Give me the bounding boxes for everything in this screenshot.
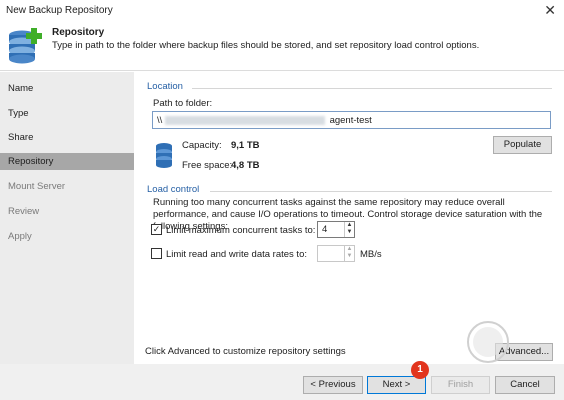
sidebar-item-apply: Apply	[8, 231, 32, 242]
title-bar: New Backup Repository ✕	[0, 0, 564, 22]
close-icon[interactable]: ✕	[544, 2, 556, 19]
sidebar-item-name[interactable]: Name	[0, 80, 134, 97]
concurrent-tasks-stepper[interactable]: 4 ▲ ▼	[317, 221, 355, 238]
location-section-label: Location	[147, 81, 183, 92]
sidebar-item-type[interactable]: Type	[0, 105, 134, 122]
page-description: Type in path to the folder where backup …	[52, 40, 480, 51]
window-title: New Backup Repository	[6, 5, 113, 16]
decrement-icon: ▼	[346, 253, 353, 259]
load-control-divider	[210, 191, 552, 192]
increment-icon[interactable]: ▲	[345, 222, 354, 229]
sidebar-item-mount-server: Mount Server	[8, 181, 66, 192]
path-redacted	[164, 115, 325, 125]
wizard-header: Repository Type in path to the folder wh…	[0, 22, 564, 71]
free-space-value: 4,8 TB	[231, 160, 260, 171]
limit-tasks-label: Limit maximum concurrent tasks to:	[166, 225, 316, 236]
advanced-hint: Click Advanced to customize repository s…	[145, 346, 346, 357]
limit-rate-label: Limit read and write data rates to:	[166, 249, 307, 260]
database-add-icon	[9, 28, 42, 64]
concurrent-tasks-value: 4	[322, 224, 328, 235]
populate-button[interactable]: Populate	[493, 136, 552, 154]
data-rate-unit: MB/s	[360, 249, 382, 260]
sidebar-item-review: Review	[8, 206, 40, 217]
finish-button: Finish	[431, 376, 490, 394]
cancel-button[interactable]: Cancel	[495, 376, 555, 394]
path-label: Path to folder:	[153, 98, 213, 109]
wizard-steps-sidebar: Name Type Share Repository Mount Server …	[0, 72, 134, 364]
capacity-label: Capacity:	[182, 140, 222, 151]
step-badge: 1	[411, 361, 429, 379]
location-divider	[192, 88, 552, 89]
sidebar-item-repository[interactable]: Repository	[0, 153, 134, 170]
page-title: Repository	[52, 27, 105, 38]
free-space-label: Free space:	[182, 160, 233, 171]
wizard-footer: < Previous Next > Finish Cancel 1	[0, 361, 564, 400]
capacity-value: 9,1 TB	[231, 140, 260, 151]
sidebar-item-share[interactable]: Share	[0, 129, 134, 146]
path-input[interactable]: \\ agent-test	[152, 111, 551, 129]
path-prefix: \\	[157, 115, 163, 126]
limit-tasks-checkbox[interactable]: ✓	[151, 224, 162, 235]
load-control-section-label: Load control	[147, 184, 200, 195]
limit-rate-checkbox[interactable]	[151, 248, 162, 259]
increment-icon: ▲	[346, 246, 353, 252]
data-rate-stepper: ▲ ▼	[317, 245, 355, 262]
path-suffix: agent-test	[329, 115, 372, 126]
watermark-logo	[467, 321, 509, 363]
previous-button[interactable]: < Previous	[303, 376, 363, 394]
decrement-icon[interactable]: ▼	[345, 229, 354, 236]
storage-icon	[156, 143, 172, 168]
